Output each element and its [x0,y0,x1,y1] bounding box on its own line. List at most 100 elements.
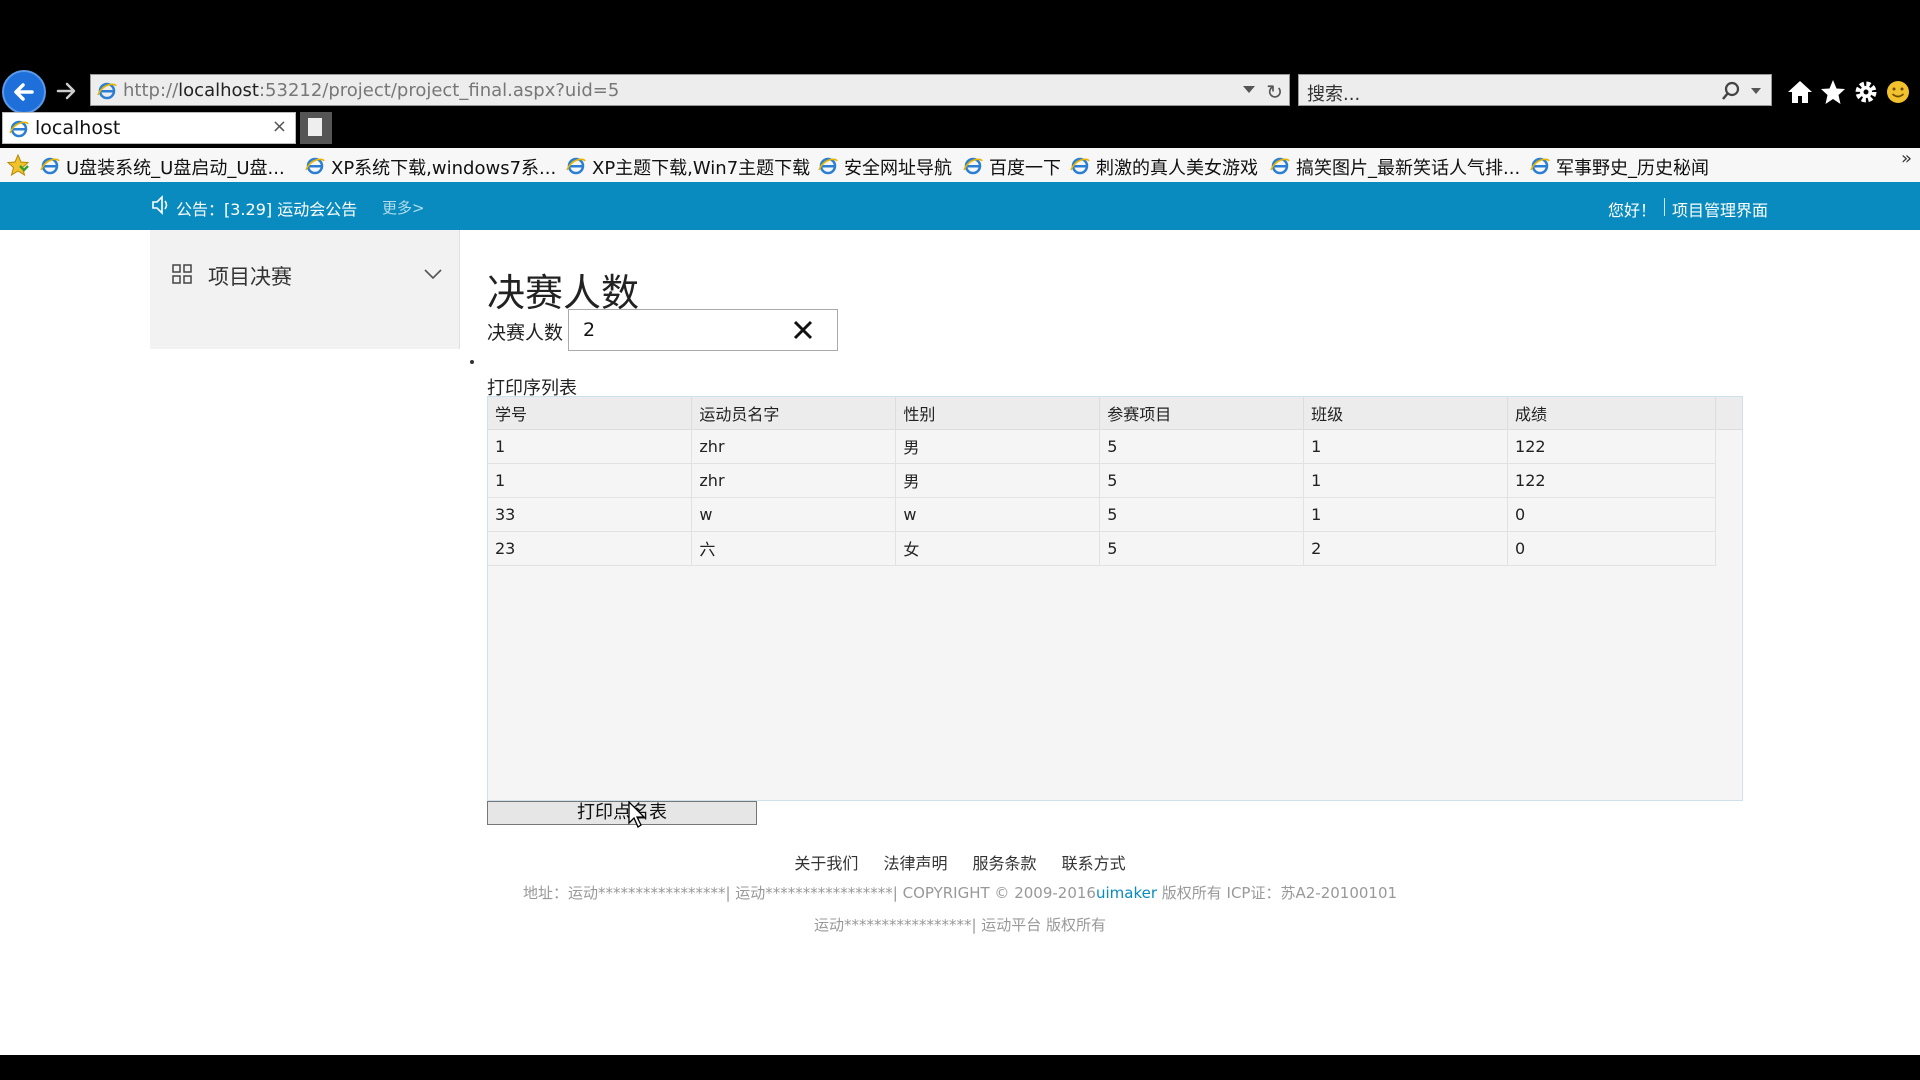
favorite-label: 军事野史_历史秘闻 [1556,158,1709,179]
table-row[interactable]: 33 w w 5 1 0 [488,497,1716,532]
mouse-cursor-icon [628,801,646,828]
screen-bottom-bar [0,1055,1920,1080]
footer-link-terms[interactable]: 服务条款 [973,854,1037,873]
table-cell: zhr [691,463,897,498]
table-cell: 男 [895,463,1101,498]
footer-links: 关于我们 法律声明 服务条款 联系方式 [0,850,1920,874]
brand-link[interactable]: uimaker [1096,884,1157,902]
url-text: http://localhost:53212/project/project_f… [123,80,620,101]
browser-search-box[interactable]: 搜索... [1298,74,1772,106]
table-cell: 1 [1303,463,1509,498]
favorite-label: U盘装系统_U盘启动_U盘... [66,158,285,179]
table-row[interactable]: 1 zhr 男 5 1 122 [488,463,1716,498]
favorite-label: 百度一下 [989,158,1061,179]
admin-link[interactable]: 项目管理界面 [1672,197,1768,221]
favorite-link[interactable]: XP系统下载,windows7系... [305,154,557,179]
table-cell: 女 [895,531,1101,566]
column-header: 参赛项目 [1099,397,1305,430]
ie-favorite-icon [1270,157,1290,175]
final-count-input[interactable]: 2 [568,309,838,351]
footer-link-contact[interactable]: 联系方式 [1062,854,1126,873]
divider [1664,198,1665,216]
column-header: 学号 [488,397,693,430]
table-cell: 122 [1507,463,1716,498]
notice-text: 公告：[3.29] 运动会公告 [176,200,358,219]
favorite-label: XP系统下载,windows7系... [331,158,557,179]
table-cell: 1 [1303,429,1509,464]
address-bar[interactable]: http://localhost:53212/project/project_f… [90,74,1290,106]
address-dropdown-icon[interactable] [1243,86,1255,93]
column-header: 性别 [895,397,1101,430]
search-dropdown-icon[interactable] [1751,88,1761,94]
footer-platform: 运动*****************| 运动平台 版权所有 [813,916,1107,934]
print-roll-button[interactable]: 打印点名表 [487,801,757,825]
sidebar-item-final[interactable]: 项目决赛 [172,258,442,292]
tab-title: localhost [35,117,121,139]
footer-link-legal[interactable]: 法律声明 [883,854,947,873]
table-cell: 0 [1507,531,1716,566]
more-link[interactable]: 更多> [382,197,425,218]
table-cell: 5 [1099,429,1305,464]
ie-favorite-icon [305,157,325,175]
smiley-feedback-icon[interactable] [1884,78,1912,106]
table-row[interactable]: 23 六女 5 2 0 [488,531,1716,566]
copyright-text: 地址：运动*****************| 运动**************… [522,884,1096,902]
grid-icon [172,264,192,284]
chevron-down-icon[interactable] [424,268,442,280]
favorite-link[interactable]: 军事野史_历史秘闻 [1530,154,1709,179]
search-icon[interactable] [1721,81,1741,101]
favorite-link[interactable]: 安全网址导航 [818,154,952,179]
footer-link-about[interactable]: 关于我们 [794,854,858,873]
refresh-icon[interactable]: ↻ [1266,80,1283,104]
table-cell: 男 [895,429,1101,464]
forward-arrow-icon[interactable] [55,80,77,102]
ie-favorite-icon [1070,157,1090,175]
ie-tab-icon [9,120,29,138]
table-cell: 2 [1303,531,1509,566]
favorite-link[interactable]: 搞笑图片_最新笑话人气排... [1270,154,1520,179]
search-placeholder: 搜索... [1307,84,1361,105]
column-header: 班级 [1303,397,1509,430]
table-header-row: 学号 运动员名字 性别 参赛项目 班级 成绩 [488,397,1716,430]
tab-close-icon[interactable]: × [272,116,287,137]
browser-tab[interactable]: localhost × [2,112,296,144]
top-bar: 公告：[3.29] 运动会公告 更多> 您好！ 项目管理界面 [0,182,1920,230]
grid-header-filler [1716,397,1742,430]
table-cell: 1 [488,463,693,498]
table-cell: zhr [691,429,897,464]
favorites-overflow-icon[interactable]: » [1901,148,1912,169]
athlete-table: 学号 运动员名字 性别 参赛项目 班级 成绩 1 zhr 男 5 1 122 1 zhr 男 5 1 122 33… [488,397,1716,566]
license-text: 版权所有 ICP证：苏A2-20100101 [1157,884,1398,902]
favorites-star-icon[interactable] [1819,78,1847,106]
home-icon[interactable] [1786,78,1814,106]
favorite-link[interactable]: U盘装系统_U盘启动_U盘... [40,154,285,179]
favorite-link[interactable]: 百度一下 [963,154,1061,179]
favorites-add-icon[interactable] [6,153,30,177]
notice[interactable]: 公告：[3.29] 运动会公告 [150,195,358,220]
clear-icon[interactable] [793,320,813,340]
ie-favorite-icon [963,157,983,175]
ie-favorite-icon [40,157,60,175]
column-header: 运动员名字 [691,397,897,430]
table-cell: 122 [1507,429,1716,464]
table-cell: 5 [1099,497,1305,532]
table-row[interactable]: 1 zhr 男 5 1 122 [488,429,1716,464]
final-count-value: 2 [583,319,596,341]
final-count-label: 决赛人数 [487,322,564,344]
gear-icon[interactable] [1852,78,1880,106]
new-tab-button[interactable] [300,112,332,144]
favorite-label: 刺激的真人美女游戏 [1096,158,1258,179]
table-cell: 0 [1507,497,1716,532]
table-cell: 5 [1099,531,1305,566]
data-grid: 学号 运动员名字 性别 参赛项目 班级 成绩 1 zhr 男 5 1 122 1 zhr 男 5 1 122 33… [487,396,1743,801]
back-button[interactable] [2,70,46,114]
footer-copyright: 地址：运动*****************| 运动**************… [0,882,1920,903]
sidebar: 项目决赛 [150,230,460,349]
favorite-link[interactable]: 刺激的真人美女游戏 [1070,154,1258,179]
table-cell: 33 [488,497,693,532]
favorites-bar: U盘装系统_U盘启动_U盘... XP系统下载,windows7系... XP主题下… [0,148,1920,182]
arrow-left-icon [14,83,34,101]
table-cell: 1 [1303,497,1509,532]
column-header: 成绩 [1507,397,1716,430]
favorite-link[interactable]: XP主题下载,Win7主题下载 [566,154,810,179]
